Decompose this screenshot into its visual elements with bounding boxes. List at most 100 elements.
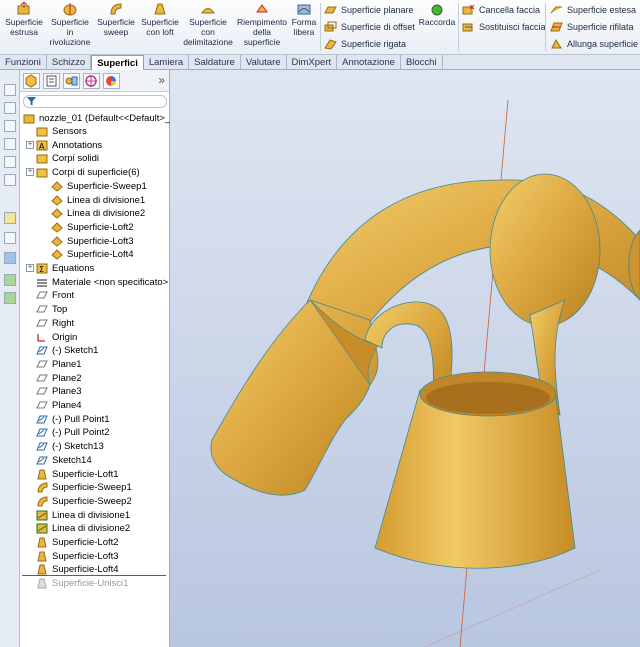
expand-toggle-icon[interactable]: +	[26, 168, 34, 176]
tree-item[interactable]: (-) Pull Point2	[36, 426, 110, 439]
extend-surface-button[interactable]: Superficie estesa	[550, 4, 636, 16]
tree-item[interactable]: Plane3	[36, 385, 82, 398]
view-icon[interactable]	[4, 174, 16, 186]
tree-item[interactable]: Superficie-Sweep1	[36, 481, 132, 494]
feature-filter-input[interactable]	[23, 95, 167, 108]
tree-item[interactable]: Superficie-Sweep2	[36, 495, 132, 508]
replace-face-label: Sostituisci faccia	[479, 22, 546, 32]
tree-item[interactable]: Plane2	[36, 372, 82, 385]
tree-item-label: Superficie-Sweep1	[67, 181, 147, 192]
sketch-icon	[36, 428, 48, 437]
knit-surface-icon	[37, 578, 47, 589]
revolve-surface-button[interactable]: Superficie in rivoluzione	[48, 2, 92, 47]
trim-surface-label: Superficie rifilata	[567, 22, 634, 32]
sweep-surface-button[interactable]: Superficie sweep	[94, 2, 138, 37]
tree-item[interactable]: Sketch14	[36, 454, 92, 467]
tree-item[interactable]: Top	[36, 303, 67, 316]
tab-saldature[interactable]: Saldature	[189, 55, 241, 69]
tree-item[interactable]: Linea di divisione1	[36, 509, 130, 522]
tree-item[interactable]: (-) Sketch1	[36, 344, 98, 357]
tree-item[interactable]: Superficie-Loft4	[51, 248, 134, 261]
tree-item-label: Superficie-Loft2	[52, 537, 119, 548]
tab-blocchi[interactable]: Blocchi	[401, 55, 443, 69]
untrim-surface-label: Allunga superficie	[567, 39, 639, 49]
replace-face-button[interactable]: Sostituisci faccia	[462, 21, 546, 33]
loft-surface-button[interactable]: Superficie con loft	[138, 2, 182, 37]
tree-item[interactable]: Superficie-Loft1	[36, 468, 119, 481]
tree-item[interactable]: Σ Equations	[36, 262, 94, 275]
planar-surface-button[interactable]: Superficie planare	[324, 4, 414, 16]
tab-schizzo[interactable]: Schizzo	[47, 55, 92, 69]
trim-surface-button[interactable]: Superficie rifilata	[550, 21, 634, 33]
tab-valutare[interactable]: Valutare	[241, 55, 287, 69]
tree-item[interactable]: Superficie-Loft2	[36, 536, 119, 549]
expand-toggle-icon[interactable]: +	[26, 264, 34, 272]
untrim-surface-button[interactable]: Allunga superficie	[550, 38, 638, 50]
tab-dimxpert[interactable]: DimXpert	[287, 55, 338, 69]
property-manager-tab-icon[interactable]	[43, 73, 60, 89]
fillet-button[interactable]: Raccorda	[418, 2, 456, 27]
tree-item-label: Superficie-Unisci1	[52, 578, 129, 589]
expand-toggle-icon[interactable]: +	[26, 141, 34, 149]
tree-item[interactable]: Linea di divisione2	[51, 207, 145, 220]
display-icon[interactable]	[4, 274, 16, 286]
untrim-surface-icon	[551, 38, 562, 49]
tab-superfici[interactable]: Superfici	[91, 55, 144, 70]
extrude-surface-button[interactable]: Superficie estrusa	[2, 2, 46, 37]
boundary-surface-button[interactable]: Superficie con delimitazione	[182, 2, 234, 47]
surface-body-icon	[51, 181, 63, 192]
sketch-tool-icon[interactable]	[4, 212, 16, 224]
view-icon[interactable]	[4, 156, 16, 168]
plane-icon	[36, 360, 48, 368]
boundary-surface-icon	[201, 8, 215, 14]
save-icon[interactable]	[4, 252, 16, 264]
tree-item[interactable]: (-) Pull Point1	[36, 413, 110, 426]
tree-item[interactable]: Superficie-Loft2	[51, 221, 134, 234]
tree-item[interactable]: Linea di divisione1	[51, 194, 145, 207]
tree-item[interactable]: (-) Sketch13	[36, 440, 104, 453]
display-manager-tab-icon[interactable]	[103, 73, 120, 89]
tree-item[interactable]: A Annotations	[36, 139, 102, 152]
tree-item-label: Corpi solidi	[52, 153, 99, 164]
tree-item[interactable]: Sensors	[36, 125, 87, 138]
rollback-bar[interactable]	[22, 575, 166, 576]
view-icon[interactable]	[4, 138, 16, 150]
freeform-button[interactable]: Forma libera	[289, 2, 319, 37]
ruled-surface-button[interactable]: Superficie rigata	[324, 38, 406, 50]
tree-item-label: Equations	[52, 263, 95, 274]
tree-item[interactable]: Superficie-Loft3	[51, 235, 134, 248]
smart-dimension-icon[interactable]	[4, 232, 16, 244]
tree-item[interactable]: Corpi di superficie(6)	[36, 166, 140, 179]
tree-item[interactable]: Right	[36, 317, 74, 330]
view-icon[interactable]	[4, 102, 16, 114]
tree-item[interactable]: Superficie-Unisci1	[36, 577, 129, 590]
tree-item[interactable]: Front	[36, 289, 74, 302]
tree-item[interactable]: Plane1	[36, 358, 82, 371]
dimxpert-tab-icon[interactable]	[83, 73, 100, 89]
feature-tree-tab-icon[interactable]	[23, 73, 40, 89]
fill-surface-button[interactable]: Riempimento della superficie	[236, 2, 288, 47]
graphics-viewport[interactable]	[170, 70, 640, 647]
expand-panel-chevron-icon[interactable]: »	[158, 73, 165, 87]
tree-item[interactable]: Superficie-Sweep1	[51, 180, 147, 193]
offset-surface-button[interactable]: Superficie di offset	[324, 21, 415, 33]
tab-lamiera[interactable]: Lamiera	[144, 55, 190, 69]
tree-item[interactable]: Superficie-Loft3	[36, 550, 119, 563]
view-icon[interactable]	[4, 120, 16, 132]
tab-annotazione[interactable]: Annotazione	[337, 55, 401, 69]
tree-item[interactable]: Plane4	[36, 399, 82, 412]
tree-item[interactable]: Origin	[36, 331, 77, 344]
tree-item-label: Linea di divisione1	[52, 510, 131, 521]
tree-item-label: Superficie-Loft4	[67, 249, 134, 260]
configuration-manager-tab-icon[interactable]	[63, 73, 80, 89]
tab-funzioni[interactable]: Funzioni	[0, 55, 47, 69]
tree-item[interactable]: Corpi solidi	[36, 152, 99, 165]
delete-face-label: Cancella faccia	[479, 5, 541, 15]
tree-item[interactable]: Linea di divisione2	[36, 522, 130, 535]
tree-root[interactable]: nozzle_01 (Default<<Default>_F	[23, 112, 176, 125]
delete-face-button[interactable]: Cancella faccia	[462, 4, 540, 16]
sweep-surface-label: Superficie sweep	[97, 17, 135, 37]
tree-item[interactable]: Materiale <non specificato>	[36, 276, 168, 289]
view-icon[interactable]	[4, 84, 16, 96]
display-icon[interactable]	[4, 292, 16, 304]
